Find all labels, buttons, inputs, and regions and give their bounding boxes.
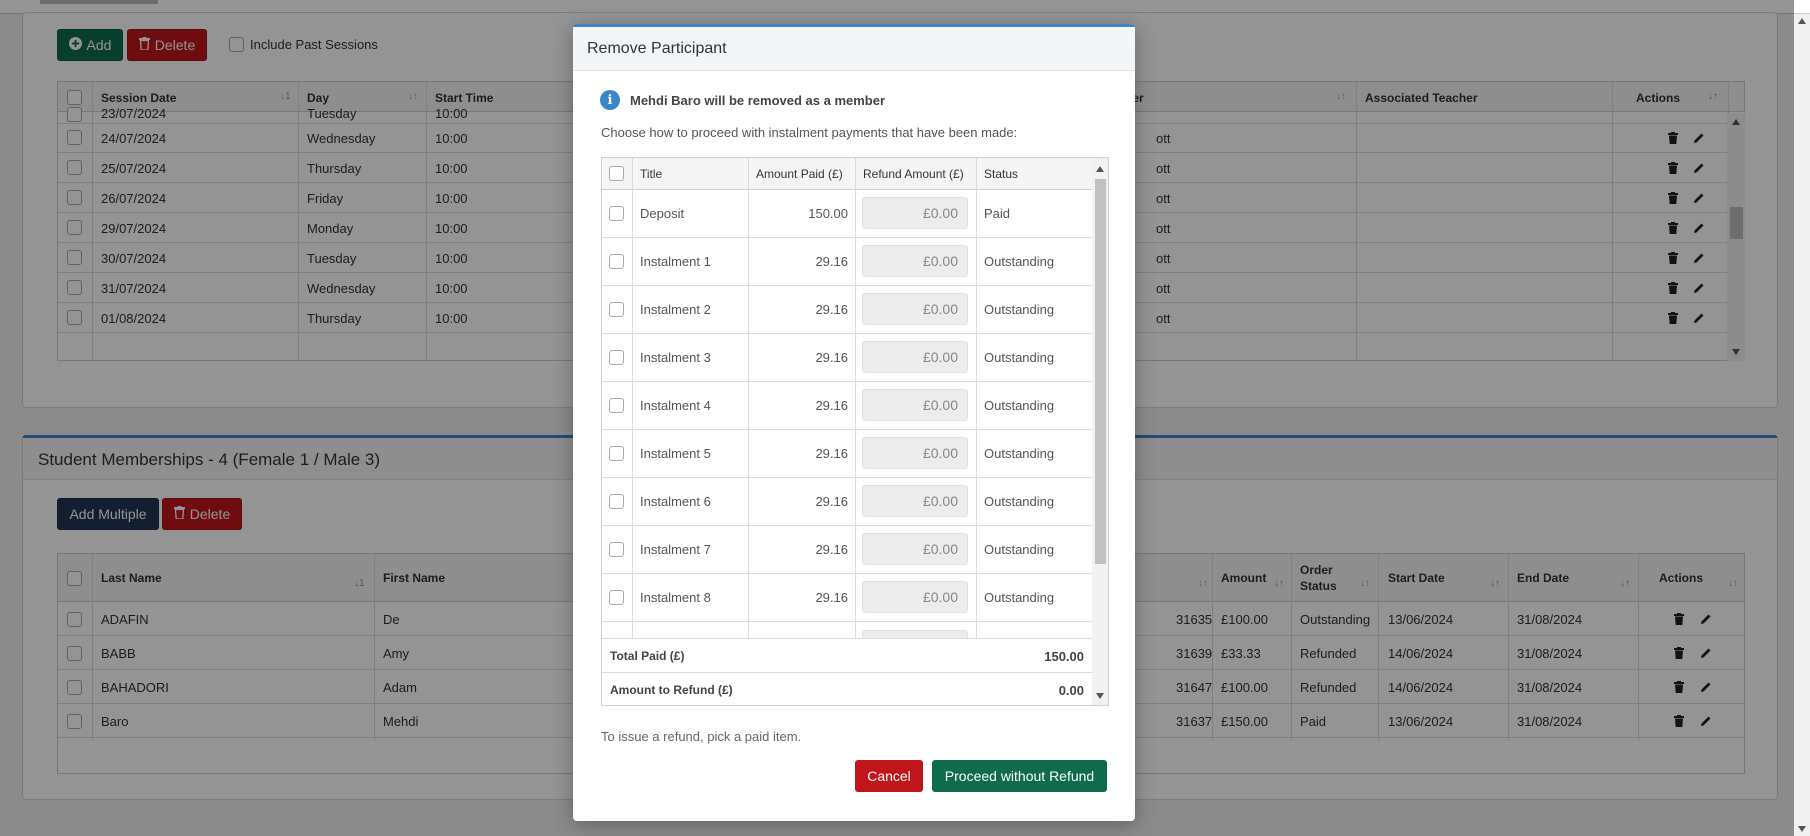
refund-amount-input[interactable]: £0.00 [862, 437, 968, 469]
refund-amount-input[interactable]: £0.00 [862, 341, 968, 373]
row-checkbox[interactable] [609, 206, 624, 221]
instalments-scroll-thumb[interactable] [1095, 179, 1106, 564]
table-row[interactable]: Instalment 5 29.16 £0.00 Outstanding [602, 430, 1092, 478]
refund-amount-input [862, 630, 968, 638]
instalment-amount-paid: 29.16 [815, 590, 848, 605]
amount-to-refund-value: 0.00 [1058, 683, 1084, 698]
amount-to-refund-row: Amount to Refund (£) 0.00 [602, 672, 1092, 705]
total-paid-value: 150.00 [1044, 649, 1084, 664]
refund-amount-input[interactable]: £0.00 [862, 389, 968, 421]
header-amount-paid: Amount Paid (£) [756, 167, 843, 181]
amount-to-refund-label: Amount to Refund (£) [610, 683, 733, 697]
table-row[interactable]: Instalment 3 29.16 £0.00 Outstanding [602, 334, 1092, 382]
table-row[interactable]: Instalment 1 29.16 £0.00 Outstanding [602, 238, 1092, 286]
refund-amount-input[interactable]: £0.00 [862, 485, 968, 517]
refund-amount-input[interactable]: £0.00 [862, 533, 968, 565]
instalment-status: Paid [984, 206, 1011, 221]
instalment-title: Instalment 2 [640, 302, 711, 317]
instalment-status: Outstanding [984, 350, 1055, 365]
header-refund-amount: Refund Amount (£) [863, 167, 964, 181]
instalment-title: Instalment 6 [640, 494, 711, 509]
instalment-title: Instalment 5 [640, 446, 711, 461]
modal-title: Remove Participant [573, 27, 1135, 71]
remove-participant-modal: Remove Participant i Mehdi Baro will be … [573, 24, 1135, 821]
total-paid-row: Total Paid (£) 150.00 [602, 638, 1092, 672]
table-row[interactable]: Instalment 4 29.16 £0.00 Outstanding [602, 382, 1092, 430]
table-row[interactable]: Instalment 8 29.16 £0.00 Outstanding [602, 574, 1092, 622]
refund-hint: To issue a refund, pick a paid item. [601, 729, 802, 744]
table-row[interactable]: Instalment 6 29.16 £0.00 Outstanding [602, 478, 1092, 526]
instalment-status: Outstanding [984, 494, 1055, 509]
info-text: Mehdi Baro will be removed as a member [630, 92, 886, 108]
refund-amount-input[interactable]: £0.00 [862, 293, 968, 325]
row-checkbox[interactable] [609, 254, 624, 269]
instalment-amount-paid: 150.00 [808, 206, 848, 221]
instalments-table: Title Amount Paid (£) Refund Amount (£) … [601, 157, 1109, 706]
table-row[interactable]: Instalment 7 29.16 £0.00 Outstanding [602, 526, 1092, 574]
page-scrollbar[interactable] [1794, 14, 1810, 836]
instalment-title: Instalment 1 [640, 254, 711, 269]
table-row[interactable]: Instalment 2 29.16 £0.00 Outstanding [602, 286, 1092, 334]
row-checkbox[interactable] [609, 590, 624, 605]
instalment-status: Outstanding [984, 542, 1055, 557]
row-checkbox[interactable] [609, 446, 624, 461]
row-checkbox[interactable] [609, 398, 624, 413]
instalment-title: Deposit [640, 206, 685, 221]
table-row[interactable]: Deposit 150.00 £0.00 Paid [602, 190, 1092, 238]
instalment-amount-paid: 29.16 [815, 302, 848, 317]
instalment-status: Outstanding [984, 398, 1055, 413]
select-all-instalments-checkbox[interactable] [609, 166, 624, 181]
instalment-amount-paid: 29.16 [815, 446, 848, 461]
instruction-text: Choose how to proceed with instalment pa… [601, 125, 1018, 140]
instalment-title: Instalment 3 [640, 350, 711, 365]
refund-amount-input[interactable]: £0.00 [862, 245, 968, 277]
instalment-status: Outstanding [984, 590, 1055, 605]
instalment-amount-paid: 29.16 [815, 254, 848, 269]
partial-row [602, 622, 1092, 638]
row-checkbox[interactable] [609, 350, 624, 365]
header-title: Title [640, 167, 663, 181]
instalment-title: Instalment 8 [640, 590, 711, 605]
instalment-amount-paid: 29.16 [815, 398, 848, 413]
row-checkbox[interactable] [609, 302, 624, 317]
instalment-status: Outstanding [984, 254, 1055, 269]
proceed-without-refund-button[interactable]: Proceed without Refund [932, 760, 1107, 792]
row-checkbox[interactable] [609, 542, 624, 557]
instalments-table-header: Title Amount Paid (£) Refund Amount (£) … [602, 158, 1092, 190]
refund-amount-input[interactable]: £0.00 [862, 197, 968, 229]
refund-amount-input[interactable]: £0.00 [862, 581, 968, 613]
info-icon: i [600, 90, 620, 110]
instalment-status: Outstanding [984, 446, 1055, 461]
cancel-button[interactable]: Cancel [855, 760, 923, 792]
instalment-amount-paid: 29.16 [815, 494, 848, 509]
instalment-status: Outstanding [984, 302, 1055, 317]
instalment-title: Instalment 7 [640, 542, 711, 557]
instalment-amount-paid: 29.16 [815, 350, 848, 365]
instalment-amount-paid: 29.16 [815, 542, 848, 557]
total-paid-label: Total Paid (£) [610, 649, 685, 663]
instalments-scrollbar[interactable] [1092, 158, 1108, 705]
info-message: i Mehdi Baro will be removed as a member [600, 90, 885, 110]
header-status: Status [984, 167, 1019, 181]
row-checkbox[interactable] [609, 494, 624, 509]
instalment-title: Instalment 4 [640, 398, 711, 413]
